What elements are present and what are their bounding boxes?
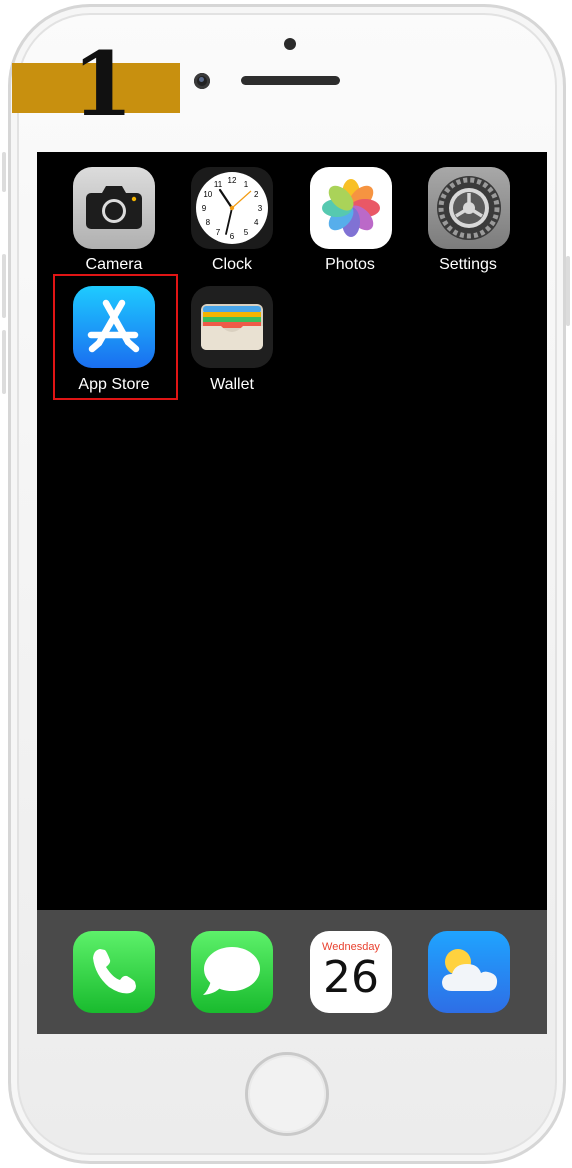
app-label-camera: Camera — [85, 256, 143, 273]
messages-icon — [203, 947, 260, 995]
dock-calendar[interactable]: Wednesday 26 — [310, 931, 392, 1013]
photos-icon — [322, 179, 380, 237]
earpiece-speaker — [241, 76, 340, 85]
clock-number: 6 — [230, 232, 235, 241]
front-camera — [194, 73, 210, 89]
clock-number: 5 — [244, 228, 249, 237]
volume-down-button — [2, 330, 6, 394]
clock-number: 4 — [254, 218, 259, 227]
clock-number: 9 — [202, 204, 207, 213]
proximity-sensor — [284, 38, 296, 50]
app-store-highlight — [53, 274, 178, 400]
app-photos[interactable] — [310, 167, 392, 249]
app-label-photos: Photos — [325, 256, 375, 273]
app-settings[interactable] — [428, 167, 510, 249]
dock-phone[interactable] — [73, 931, 155, 1013]
mute-switch — [2, 152, 6, 192]
app-clock[interactable]: 12 1 2 3 4 5 6 7 8 9 10 11 — [191, 167, 273, 249]
clock-number: 12 — [228, 176, 237, 185]
app-label-wallet: Wallet — [210, 376, 254, 393]
wallet-icon — [201, 304, 263, 350]
dock-weather[interactable] — [428, 931, 510, 1013]
dock-messages[interactable] — [191, 931, 273, 1013]
settings-icon — [437, 176, 501, 240]
step-number: 1 — [72, 32, 134, 136]
clock-number: 2 — [254, 190, 259, 199]
clock-number: 1 — [244, 180, 249, 189]
clock-number: 11 — [214, 180, 223, 189]
calendar-day: 26 — [323, 952, 379, 1003]
app-camera[interactable] — [73, 167, 155, 249]
camera-icon — [86, 186, 142, 229]
home-button[interactable] — [245, 1052, 329, 1136]
clock-number: 7 — [216, 228, 221, 237]
volume-up-button — [2, 254, 6, 318]
clock-number: 3 — [258, 204, 263, 213]
clock-number: 8 — [206, 218, 211, 227]
power-button — [566, 256, 570, 326]
phone-icon — [93, 949, 136, 994]
clock-number: 10 — [203, 190, 212, 199]
app-label-clock: Clock — [211, 256, 252, 273]
clock-icon: 12 12 3 45678 9 1011 — [196, 172, 268, 244]
app-wallet[interactable] — [191, 286, 273, 368]
weather-icon — [442, 949, 498, 991]
app-label-settings: Settings — [439, 256, 497, 273]
